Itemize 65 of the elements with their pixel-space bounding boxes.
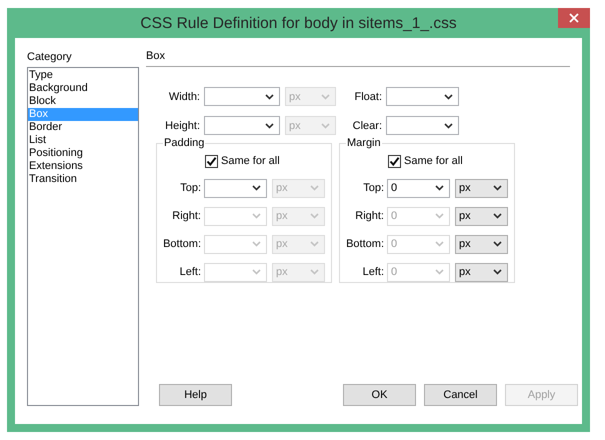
field-label: Height: [164,120,200,132]
field-label: Clear: [352,120,382,132]
category-label: Category [27,50,73,65]
caret-icon [252,269,261,275]
checkbox[interactable] [388,154,401,168]
caret-icon [493,185,502,191]
caret-icon [493,269,502,275]
dropdown[interactable] [204,178,267,198]
caret-icon [493,241,502,247]
caret-icon [435,185,444,191]
caret-icon [310,269,319,275]
caret-icon [252,185,261,191]
dropdown[interactable]: 0 [387,178,450,198]
unit-dropdown[interactable]: px [455,178,508,198]
group-title: Padding [163,136,206,150]
caret-icon [435,213,444,219]
caret-icon [493,213,502,219]
caret-icon [321,94,330,100]
checkbox[interactable] [205,154,218,168]
category-item[interactable]: Border [28,121,138,134]
dropdown[interactable] [386,116,459,135]
dropdown[interactable] [204,116,280,135]
caret-icon [252,241,261,247]
check-icon [389,156,400,166]
field-label: Left: [362,266,384,278]
dialog-button[interactable]: OK [343,384,416,406]
category-item[interactable]: Transition [28,173,138,186]
field-label: Left: [178,266,201,278]
field-label: Top: [362,182,384,194]
field-label: Bottom: [162,238,201,250]
field-label: Width: [168,90,200,102]
caret-icon [321,122,330,128]
check-icon [206,156,217,166]
caret-icon [435,269,444,275]
checkbox-label: Same for all [221,155,280,167]
checkbox-label: Same for all [404,155,463,167]
dropdown[interactable] [386,87,459,106]
caret-icon [444,94,453,100]
dialog-button[interactable]: Cancel [424,384,497,406]
field-label: Top: [179,182,201,194]
category-item[interactable]: Extensions [28,160,138,173]
dialog-button[interactable]: Help [159,384,232,406]
caret-icon [265,122,274,128]
caret-icon [444,122,453,128]
category-item[interactable]: Block [28,95,138,108]
caret-icon [265,94,274,100]
field-label: Bottom: [345,238,384,250]
caret-icon [310,213,319,219]
close-icon [569,13,579,23]
close-button[interactable] [558,8,590,28]
dropdown[interactable] [204,87,280,106]
window-title: CSS Rule Definition for body in sitems_1_.css [140,15,457,33]
field-label: Float: [353,90,382,102]
field-label: Right: [354,210,384,222]
caret-icon [435,241,444,247]
field-label: Right: [171,210,201,222]
caret-icon [310,185,319,191]
panel-title: Box [146,50,165,62]
caret-icon [252,213,261,219]
category-item[interactable]: List [28,134,138,147]
group-title: Margin [346,136,382,150]
category-item[interactable]: Background [28,82,138,95]
caret-icon [310,241,319,247]
category-item[interactable]: Positioning [28,147,138,160]
category-item[interactable]: Type [28,69,138,82]
